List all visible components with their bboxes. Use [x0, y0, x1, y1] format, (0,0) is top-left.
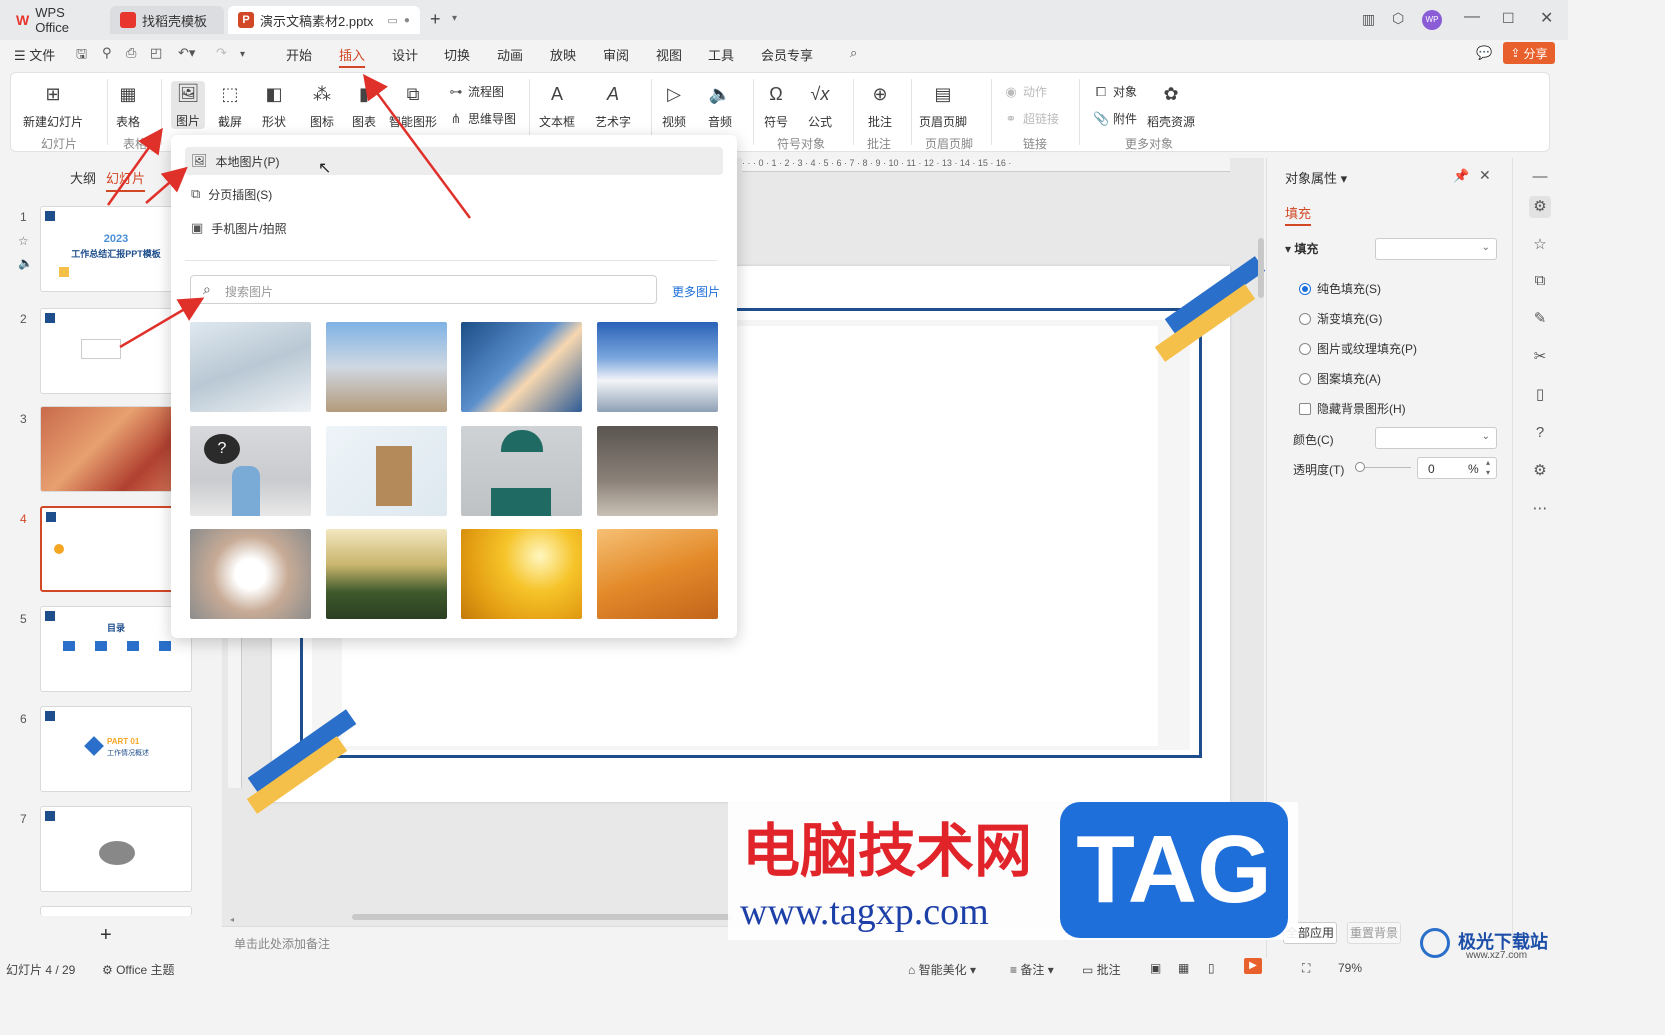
normal-view-icon[interactable]: ▣ [1150, 961, 1161, 975]
collapse-icon[interactable]: — [1529, 166, 1551, 188]
transparency-slider-track[interactable] [1365, 467, 1411, 468]
theme-indicator[interactable]: ⚙ Office 主题 [102, 961, 175, 978]
watermark-overlay: 电脑技术网 www.tagxp.com TAG [728, 802, 1298, 940]
status-bar: 幻灯片 4 / 29 ⚙ Office 主题 ⌂ 智能美化 ▾ ≡ 备注 ▾ ▭… [0, 958, 1568, 978]
side-toolbar: — ⚙ ☆ ⧉ ✎ ✂ ▯ ? ⚙ ⋯ [1512, 158, 1568, 958]
watermark-badge: TAG [1060, 802, 1288, 938]
beautify-button[interactable]: ⌂ 智能美化 ▾ [908, 961, 976, 978]
fill-option-pattern[interactable]: 图案填充(A) [1299, 370, 1381, 387]
fill-section-label: 填充 [1294, 242, 1319, 256]
arrow-to-local-picture [145, 166, 188, 204]
beautify-icon[interactable]: ✎ [1529, 308, 1551, 330]
comment-status-label: 批注 [1096, 963, 1121, 977]
transparency-value: 0 [1428, 462, 1435, 476]
properties-icon[interactable]: ⚙ [1529, 196, 1551, 218]
fill-option-picture[interactable]: 图片或纹理填充(P) [1299, 340, 1417, 357]
panel-title[interactable]: 对象属性 ▾ [1285, 168, 1347, 187]
option-label: 隐藏背景图形(H) [1317, 402, 1406, 416]
color-select[interactable]: ⌄ [1375, 427, 1497, 449]
object-properties-panel: 对象属性 ▾ 📌 ✕ 填充 ▾ 填充 ⌄ 纯色填充(S) 渐变填充(G) 图片或… [1266, 158, 1512, 958]
play-slideshow-icon[interactable]: ▶ [1244, 958, 1262, 974]
option-label: 纯色填充(S) [1317, 282, 1381, 296]
notes-button[interactable]: ≡ 备注 ▾ [1010, 961, 1054, 978]
fill-option-solid[interactable]: 纯色填充(S) [1299, 280, 1381, 297]
hide-bg-checkbox[interactable]: 隐藏背景图形(H) [1299, 400, 1406, 417]
notes-label: 备注 [1020, 963, 1045, 977]
zoom-level[interactable]: 79% [1338, 961, 1362, 975]
percent-unit: % [1468, 462, 1479, 476]
transparency-input[interactable]: 0 % ▴ ▾ [1417, 457, 1497, 479]
fill-section-header[interactable]: ▾ 填充 [1285, 240, 1318, 257]
fill-type-select[interactable]: ⌄ [1375, 238, 1497, 260]
radio-picture[interactable] [1299, 342, 1311, 355]
option-label: 图片或纹理填充(P) [1317, 342, 1417, 356]
comment-status-button[interactable]: ▭ 批注 [1082, 961, 1121, 978]
fit-icon[interactable]: ⛶ [1302, 961, 1310, 976]
star-icon[interactable]: ☆ [1529, 234, 1551, 256]
option-label: 图案填充(A) [1317, 372, 1381, 386]
tools-icon[interactable]: ✂ [1529, 346, 1551, 368]
arrow-to-search [119, 297, 205, 349]
watermark-title: 电脑技术网 [742, 817, 1033, 885]
fill-tab[interactable]: 填充 [1285, 203, 1312, 226]
watermark-url: www.tagxp.com [740, 891, 989, 933]
radio-pattern[interactable] [1299, 372, 1311, 385]
theme-label: Office 主题 [116, 963, 175, 977]
close-panel-icon[interactable]: ✕ [1479, 167, 1491, 184]
chevron-down-icon: ⌄ [1481, 431, 1490, 442]
slide-count: 幻灯片 4 / 29 [6, 963, 76, 977]
book-icon[interactable]: ▯ [1529, 384, 1551, 406]
panel-title-label: 对象属性 [1285, 171, 1338, 186]
pin-icon[interactable]: 📌 [1453, 168, 1469, 184]
reading-view-icon[interactable]: ▯ [1208, 961, 1215, 975]
option-label: 渐变填充(G) [1317, 312, 1383, 326]
transparency-label: 透明度(T) [1293, 463, 1345, 477]
grid-view-icon[interactable]: ▦ [1178, 961, 1189, 975]
more-icon[interactable]: ⋯ [1529, 498, 1551, 520]
checkbox[interactable] [1299, 402, 1311, 415]
radio-solid[interactable] [1299, 282, 1311, 295]
spin-down-icon[interactable]: ▾ [1486, 468, 1490, 477]
settings-icon[interactable]: ⚙ [1529, 460, 1551, 482]
beautify-label: 智能美化 [918, 963, 967, 977]
corner-logo-icon [1420, 928, 1450, 958]
color-label: 颜色(C) [1293, 433, 1334, 447]
spin-up-icon[interactable]: ▴ [1486, 458, 1490, 467]
help-icon[interactable]: ? [1529, 422, 1551, 444]
chevron-down-icon: ⌄ [1481, 242, 1490, 253]
arrow-to-insert-tab [363, 73, 472, 219]
transparency-slider-handle[interactable] [1355, 462, 1365, 472]
arrow-to-picture-button [106, 127, 163, 206]
radio-gradient[interactable] [1299, 312, 1311, 325]
layers-icon[interactable]: ⧉ [1529, 270, 1551, 292]
fill-option-gradient[interactable]: 渐变填充(G) [1299, 310, 1382, 327]
reset-bg-button[interactable]: 重置背景 [1347, 922, 1401, 944]
